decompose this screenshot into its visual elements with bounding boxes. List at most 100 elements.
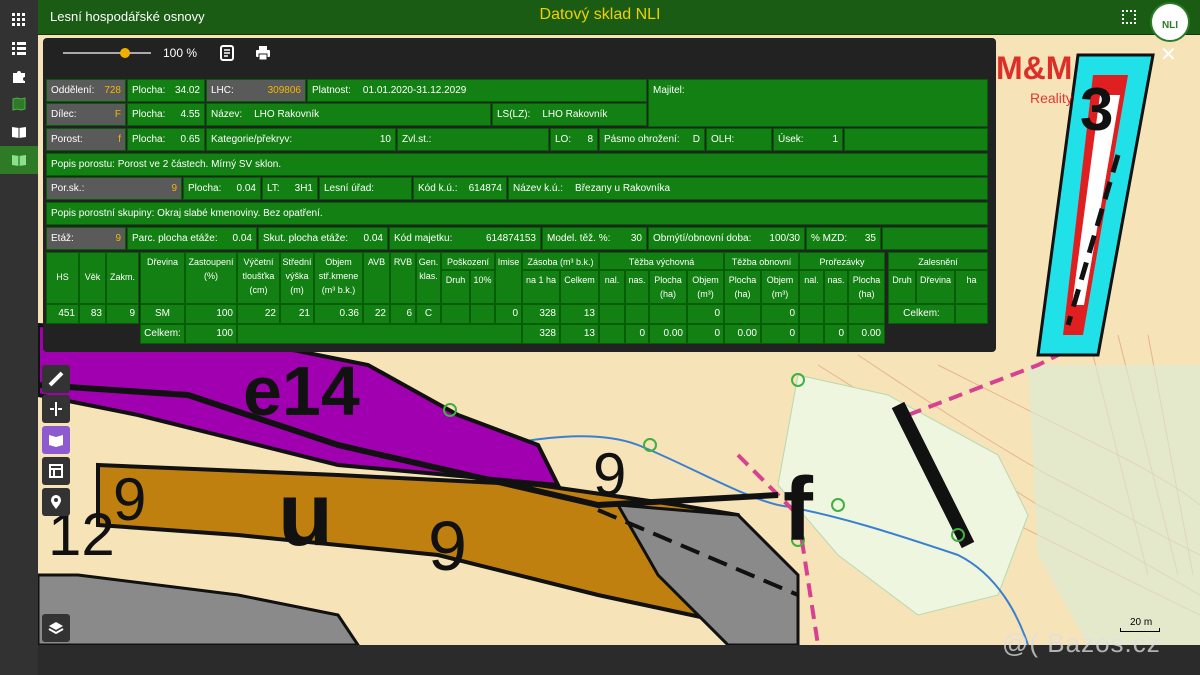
value: 100/30 bbox=[769, 233, 800, 244]
label: Dílec: bbox=[51, 109, 77, 120]
value: Březany u Rakovníka bbox=[575, 183, 671, 194]
book-icon bbox=[12, 127, 26, 138]
fullscreen-icon[interactable] bbox=[1122, 10, 1136, 24]
label: LO: bbox=[555, 134, 572, 145]
sidebar-item-book[interactable] bbox=[0, 118, 38, 146]
td-tv-objem: 0 bbox=[687, 304, 724, 324]
label: Plocha: bbox=[132, 109, 166, 120]
th-tezba-obnovni: Těžba obnovní bbox=[724, 252, 799, 270]
zal-total-ha bbox=[955, 304, 988, 324]
total-na1ha: 328 bbox=[522, 324, 560, 344]
value: 309806 bbox=[267, 85, 301, 96]
location-tool-button[interactable] bbox=[42, 488, 70, 516]
print-button[interactable] bbox=[255, 45, 271, 66]
label: Parc. plocha etáže: bbox=[132, 233, 218, 244]
scale-label: 20 m bbox=[1130, 617, 1153, 628]
field-lo: LO: 8 bbox=[550, 128, 598, 151]
value: 728 bbox=[104, 85, 121, 96]
value: Okraj slabé kmenoviny. Bez opatření. bbox=[157, 208, 323, 219]
label: Kód k.ú.: bbox=[418, 183, 458, 194]
label: LS(LZ): bbox=[497, 109, 531, 120]
th-zakm: Zakm. bbox=[106, 252, 139, 304]
value: 0.04 bbox=[363, 233, 383, 244]
value: f bbox=[118, 134, 121, 145]
th-hs: HS bbox=[46, 252, 79, 304]
value: 0.04 bbox=[232, 233, 252, 244]
td-vycetni: 22 bbox=[237, 304, 280, 324]
notes-button[interactable] bbox=[219, 45, 235, 66]
td-tv-nas bbox=[625, 304, 649, 324]
pin-icon bbox=[51, 495, 61, 509]
td-zastoupeni: 100 bbox=[185, 304, 237, 324]
th-rvb: RVB bbox=[390, 252, 416, 304]
sidebar-item-plugins[interactable] bbox=[0, 62, 38, 90]
value: 9 bbox=[171, 183, 177, 194]
td-celkem: 13 bbox=[560, 304, 599, 324]
close-dialog-button[interactable]: ✕ bbox=[1160, 42, 1177, 67]
total-tv-nal bbox=[599, 324, 625, 344]
td-objem: 0.36 bbox=[314, 304, 363, 324]
measure-tool-button[interactable] bbox=[42, 365, 70, 393]
total-to-objem: 0 bbox=[761, 324, 799, 344]
th-prorezavky: Prořezávky bbox=[799, 252, 885, 270]
th-pr-nal: nal. bbox=[799, 270, 824, 304]
total-tv-objem: 0 bbox=[687, 324, 724, 344]
top-bar: Lesní hospodářské osnovy Datový sklad NL… bbox=[0, 0, 1200, 35]
zal-total-label: Celkem: bbox=[888, 304, 955, 324]
layout-tool-button[interactable] bbox=[42, 457, 70, 485]
total-zastoupeni: 100 bbox=[185, 324, 237, 344]
label: Plocha: bbox=[132, 134, 166, 145]
th-objem: Objem stř.kmene (m³ b.k.) bbox=[314, 252, 363, 304]
sidebar bbox=[0, 0, 38, 675]
value: 01.01.2020-31.12.2029 bbox=[362, 85, 467, 96]
td-gen: C bbox=[416, 304, 441, 324]
value: 1 bbox=[832, 134, 838, 145]
osnovy-tool-button[interactable] bbox=[42, 426, 70, 454]
field-lhc: LHC: 309806 bbox=[206, 79, 306, 102]
value: 614874 bbox=[468, 183, 502, 194]
label: Kategorie/překryv: bbox=[211, 134, 293, 145]
printer-icon bbox=[256, 46, 270, 61]
field-plocha-dilec: Plocha: 4.55 bbox=[127, 103, 205, 126]
value: 34.02 bbox=[174, 85, 200, 96]
th-na1ha: na 1 ha bbox=[522, 270, 560, 304]
sidebar-item-list[interactable] bbox=[0, 34, 38, 62]
label: Por.sk.: bbox=[51, 183, 85, 194]
label: Lesní úřad: bbox=[324, 183, 375, 194]
grid-icon bbox=[12, 13, 25, 26]
th-pr-nas: nas. bbox=[824, 270, 848, 304]
total-celkem: 13 bbox=[560, 324, 599, 344]
value: 614874153 bbox=[485, 233, 536, 244]
th-avb: AVB bbox=[363, 252, 390, 304]
field-empty bbox=[844, 128, 988, 151]
label: LT: bbox=[267, 183, 280, 194]
td-na1ha: 328 bbox=[522, 304, 560, 324]
field-etaz: Etáž: 9 bbox=[46, 227, 126, 250]
th-pr-plocha: Plocha (ha) bbox=[848, 270, 885, 304]
ruler-icon bbox=[48, 371, 64, 387]
zoom-slider[interactable] bbox=[63, 52, 151, 54]
th-tv-nas: nas. bbox=[625, 270, 649, 304]
th-tezba-vychovna: Těžba výchovná bbox=[599, 252, 724, 270]
value: F bbox=[114, 109, 121, 120]
field-nazev-ku: Název k.ú.: Březany u Rakovníka bbox=[508, 177, 988, 200]
center-title: Datový sklad NLI bbox=[539, 6, 661, 23]
label: LHC: bbox=[211, 85, 234, 96]
td-rvb: 6 bbox=[390, 304, 416, 324]
layers-button[interactable] bbox=[42, 614, 70, 642]
zoom-slider-handle[interactable] bbox=[119, 48, 130, 58]
sidebar-item-osnovy[interactable] bbox=[0, 146, 38, 174]
td-10pct bbox=[470, 304, 495, 324]
sidebar-item-apps[interactable] bbox=[0, 6, 38, 34]
map-label-9c: 9 bbox=[113, 466, 146, 533]
field-lt: LT: 3H1 bbox=[262, 177, 318, 200]
sidebar-item-map[interactable] bbox=[0, 90, 38, 118]
field-zvlst: Zvl.st.: bbox=[397, 128, 549, 151]
label: Popis porostu: bbox=[51, 159, 115, 170]
th-celkem: Celkem bbox=[560, 270, 599, 304]
label: Pásmo ohrožení: bbox=[604, 134, 680, 145]
td-avb: 22 bbox=[363, 304, 390, 324]
label: Skut. plocha etáže: bbox=[263, 233, 349, 244]
compare-tool-button[interactable] bbox=[42, 395, 70, 423]
map-label-f: f bbox=[783, 460, 814, 560]
